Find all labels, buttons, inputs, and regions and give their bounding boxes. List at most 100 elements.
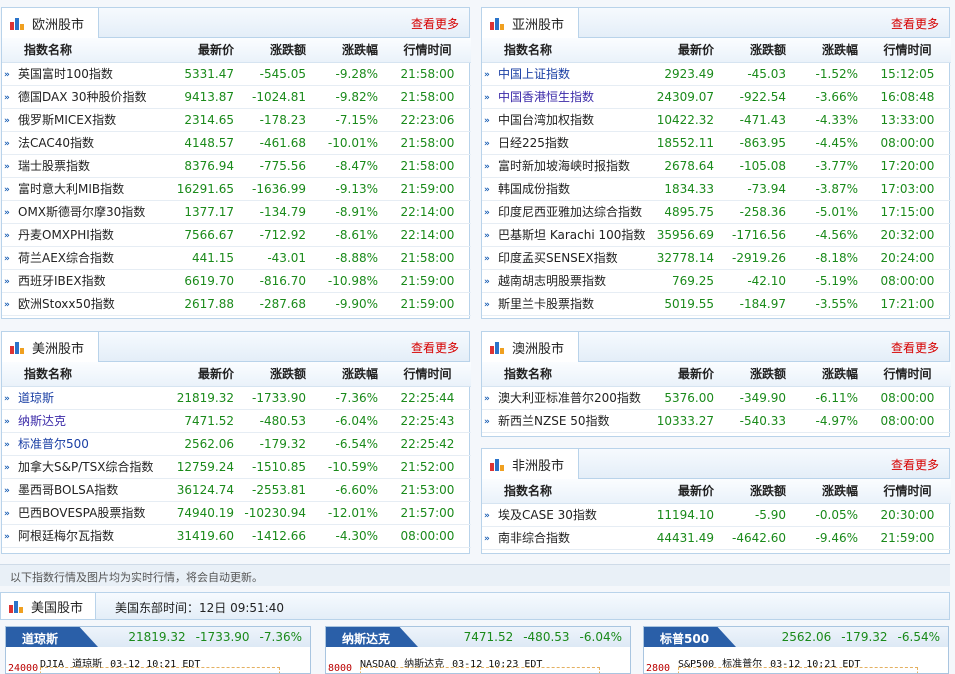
- pct-cell: -9.46%: [792, 526, 864, 550]
- view-more-link[interactable]: 查看更多: [411, 15, 459, 32]
- index-name-link[interactable]: 新西兰NZSE 50指数: [498, 414, 609, 428]
- mini-chart-tag[interactable]: 纳斯达克: [326, 627, 418, 647]
- mini-chart-card[interactable]: 纳斯达克 7471.52 -480.53 -6.04% 8000 NASDAQ 纳斯达克 03…: [325, 626, 631, 674]
- table-row[interactable]: » 日经225指数 18552.11 -863.95 -4.45% 08:00:00: [482, 131, 951, 155]
- panel-title: 非洲股市: [512, 458, 565, 474]
- mini-chart-tag[interactable]: 标普500: [644, 627, 736, 647]
- index-name-link[interactable]: 中国上证指数: [498, 67, 570, 81]
- table-row[interactable]: » 富时意大利MIB指数 16291.65 -1636.99 -9.13% 21:59:0…: [2, 177, 471, 201]
- index-name-link[interactable]: 巴西BOVESPA股票指数: [18, 506, 145, 520]
- view-more-link[interactable]: 查看更多: [891, 339, 939, 356]
- table-row[interactable]: » 新西兰NZSE 50指数 10333.27 -540.33 -4.97% 08:00:…: [482, 409, 951, 433]
- table-row[interactable]: » 巴基斯坦 Karachi 100指数 35956.69 -1716.56 -4.56…: [482, 223, 951, 247]
- index-name-link[interactable]: 加拿大S&P/TSX综合指数: [18, 460, 153, 474]
- double-arrow-icon: »: [4, 531, 10, 542]
- table-row[interactable]: » 富时新加坡海峡时报指数 2678.64 -105.08 -3.77% 17:20:00: [482, 154, 951, 178]
- panel-tab[interactable]: 美国股市: [1, 593, 97, 619]
- index-name-link[interactable]: 中国香港恒生指数: [498, 90, 594, 104]
- index-name-link[interactable]: 西班牙IBEX指数: [18, 274, 106, 288]
- table-row[interactable]: » 法CAC40指数 4148.57 -461.68 -10.01% 21:58:00: [2, 131, 471, 155]
- table-row[interactable]: » 阿根廷梅尔瓦指数 31419.60 -1412.66 -4.30% 08:00:00: [2, 524, 471, 548]
- mini-chart-card[interactable]: 道琼斯 21819.32 -1733.90 -7.36% 24000 DJIA 道琼斯 03-…: [5, 626, 311, 674]
- index-name-link[interactable]: 道琼斯: [18, 391, 54, 405]
- index-name-link[interactable]: 墨西哥BOLSA指数: [18, 483, 118, 497]
- index-name-link[interactable]: 丹麦OMXPHI指数: [18, 228, 114, 242]
- index-name-link[interactable]: 俄罗斯MICEX指数: [18, 113, 116, 127]
- table-row[interactable]: » 印度孟买SENSEX指数 32778.14 -2919.26 -8.18% 20:24…: [482, 246, 951, 270]
- table-row[interactable]: » 纳斯达克 7471.52 -480.53 -6.04% 22:25:43: [2, 409, 471, 433]
- panel-tab[interactable]: 欧洲股市: [2, 8, 100, 38]
- col-header-price: 最新价: [652, 38, 720, 63]
- table-row[interactable]: » 斯里兰卡股票指数 5019.55 -184.97 -3.55% 17:21:00: [482, 292, 951, 316]
- panel-tab[interactable]: 美洲股市: [2, 332, 100, 362]
- price-cell: 5376.00: [652, 386, 720, 410]
- mini-price: 7471.52: [463, 630, 514, 644]
- index-name-link[interactable]: 南非综合指数: [498, 531, 570, 545]
- table-row[interactable]: » 德国DAX 30种股价指数 9413.87 -1024.81 -9.82% 21:58…: [2, 85, 471, 109]
- table-row[interactable]: » OMX斯德哥尔摩30指数 1377.17 -134.79 -8.91% 22:14:0…: [2, 200, 471, 224]
- index-name-link[interactable]: 越南胡志明股票指数: [498, 274, 606, 288]
- table-row[interactable]: » 荷兰AEX综合指数 441.15 -43.01 -8.88% 21:58:00: [2, 246, 471, 270]
- index-name-link[interactable]: 斯里兰卡股票指数: [498, 297, 594, 311]
- index-name-link[interactable]: 中国台湾加权指数: [498, 113, 594, 127]
- index-name-link[interactable]: 纳斯达克: [18, 414, 66, 428]
- table-row[interactable]: » 南非综合指数 44431.49 -4642.60 -9.46% 21:59:00: [482, 526, 951, 550]
- index-name-link[interactable]: 德国DAX 30种股价指数: [18, 90, 147, 104]
- panel-tab[interactable]: 亚洲股市: [482, 8, 580, 38]
- table-row[interactable]: » 英国富时100指数 5331.47 -545.05 -9.28% 21:58:00: [2, 62, 471, 86]
- view-more-link[interactable]: 查看更多: [891, 456, 939, 473]
- index-name-link[interactable]: OMX斯德哥尔摩30指数: [18, 205, 145, 219]
- index-name-link[interactable]: 韩国成份指数: [498, 182, 570, 196]
- panel-tab[interactable]: 澳洲股市: [482, 332, 580, 362]
- table-row[interactable]: » 道琼斯 21819.32 -1733.90 -7.36% 22:25:44: [2, 386, 471, 410]
- index-name-link[interactable]: 日经225指数: [498, 136, 569, 150]
- price-cell: 32778.14: [652, 246, 720, 270]
- price-cell: 44431.49: [652, 526, 720, 550]
- view-more-link[interactable]: 查看更多: [891, 15, 939, 32]
- mini-chart-card[interactable]: 标普500 2562.06 -179.32 -6.54% 2800 S&P500 标准普尔 0…: [643, 626, 949, 674]
- index-name-link[interactable]: 标准普尔500: [18, 437, 89, 451]
- index-name-link[interactable]: 阿根廷梅尔瓦指数: [18, 529, 114, 543]
- table-row[interactable]: » 越南胡志明股票指数 769.25 -42.10 -5.19% 08:00:00: [482, 269, 951, 293]
- index-name-link[interactable]: 澳大利亚标准普尔200指数: [498, 391, 641, 405]
- table-row[interactable]: » 中国香港恒生指数 24309.07 -922.54 -3.66% 16:08:48: [482, 85, 951, 109]
- table-row[interactable]: » 墨西哥BOLSA指数 36124.74 -2553.81 -6.60% 21:53:0…: [2, 478, 471, 502]
- table-row[interactable]: » 西班牙IBEX指数 6619.70 -816.70 -10.98% 21:59:00: [2, 269, 471, 293]
- index-name-link[interactable]: 瑞士股票指数: [18, 159, 90, 173]
- index-name-link[interactable]: 欧洲Stoxx50指数: [18, 297, 115, 311]
- index-name-link[interactable]: 富时新加坡海峡时报指数: [498, 159, 630, 173]
- table-row[interactable]: » 澳大利亚标准普尔200指数 5376.00 -349.90 -6.11% 08:00:…: [482, 386, 951, 410]
- table-row[interactable]: » 瑞士股票指数 8376.94 -775.56 -8.47% 21:58:00: [2, 154, 471, 178]
- table-row[interactable]: » 中国上证指数 2923.49 -45.03 -1.52% 15:12:05: [482, 62, 951, 86]
- index-name-link[interactable]: 富时意大利MIB指数: [18, 182, 124, 196]
- panel-tab[interactable]: 非洲股市: [482, 449, 580, 479]
- view-more-link[interactable]: 查看更多: [411, 339, 459, 356]
- table-row[interactable]: » 标准普尔500 2562.06 -179.32 -6.54% 22:25:42: [2, 432, 471, 456]
- index-name-link[interactable]: 荷兰AEX综合指数: [18, 251, 114, 265]
- mini-change: -480.53: [523, 630, 570, 644]
- table-row[interactable]: » 巴西BOVESPA股票指数 74940.19 -10230.94 -12.01% 21…: [2, 501, 471, 525]
- col-header-pct: 涨跌幅: [792, 479, 864, 504]
- time-cell: 21:59:00: [384, 292, 471, 316]
- index-name-cell: » 中国香港恒生指数: [482, 85, 652, 109]
- index-name-link[interactable]: 法CAC40指数: [18, 136, 94, 150]
- table-row[interactable]: » 埃及CASE 30指数 11194.10 -5.90 -0.05% 20:30:00: [482, 503, 951, 527]
- time-cell: 21:58:00: [384, 246, 471, 270]
- index-name-link[interactable]: 印度孟买SENSEX指数: [498, 251, 618, 265]
- index-name-link[interactable]: 巴基斯坦 Karachi 100指数: [498, 228, 645, 242]
- mini-chart-tag[interactable]: 道琼斯: [6, 627, 98, 647]
- index-name-link[interactable]: 印度尼西亚雅加达综合指数: [498, 205, 642, 219]
- index-name-cell: » 加拿大S&P/TSX综合指数: [2, 455, 172, 479]
- double-arrow-icon: »: [484, 533, 490, 544]
- table-row[interactable]: » 韩国成份指数 1834.33 -73.94 -3.87% 17:03:00: [482, 177, 951, 201]
- table-row[interactable]: » 丹麦OMXPHI指数 7566.67 -712.92 -8.61% 22:14:00: [2, 223, 471, 247]
- table-row[interactable]: » 俄罗斯MICEX指数 2314.65 -178.23 -7.15% 22:23:06: [2, 108, 471, 132]
- price-cell: 4148.57: [172, 131, 240, 155]
- table-row[interactable]: » 中国台湾加权指数 10422.32 -471.43 -4.33% 13:33:00: [482, 108, 951, 132]
- index-name-link[interactable]: 埃及CASE 30指数: [498, 508, 597, 522]
- table-row[interactable]: » 印度尼西亚雅加达综合指数 4895.75 -258.36 -5.01% 17:15:0…: [482, 200, 951, 224]
- table-row[interactable]: » 加拿大S&P/TSX综合指数 12759.24 -1510.85 -10.59% 21…: [2, 455, 471, 479]
- panel-header: 非洲股市 查看更多: [482, 449, 949, 479]
- table-row[interactable]: » 欧洲Stoxx50指数 2617.88 -287.68 -9.90% 21:59:00: [2, 292, 471, 316]
- index-name-link[interactable]: 英国富时100指数: [18, 67, 113, 81]
